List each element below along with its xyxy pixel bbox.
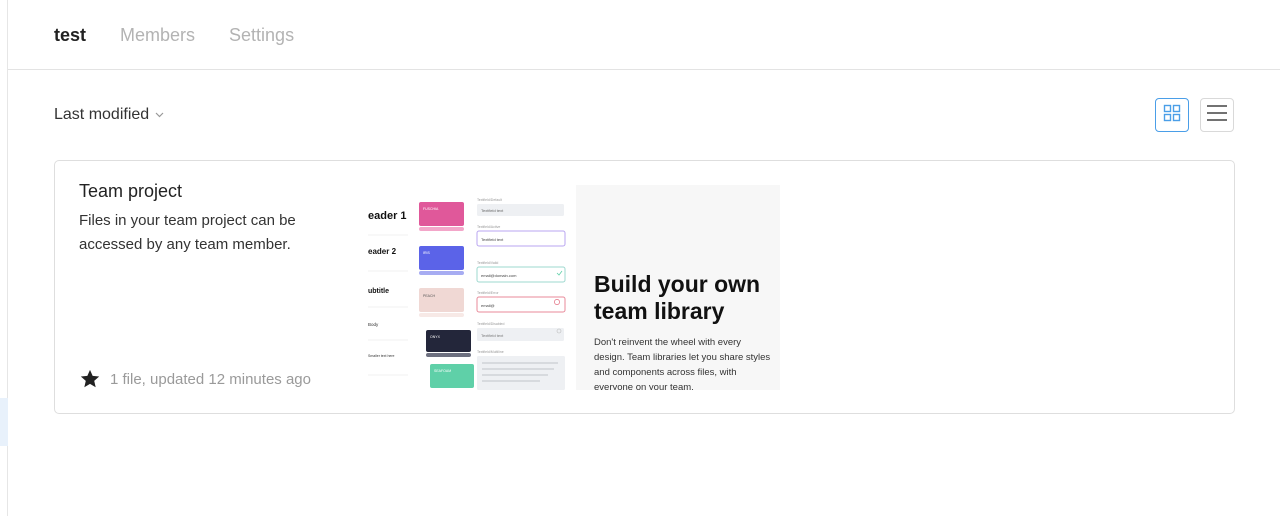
field-label-multiline: Textfield/Multiline (477, 350, 504, 354)
tab-test[interactable]: test (54, 26, 86, 44)
thumb-subtitle: ubtitle (368, 288, 389, 295)
field-default: Textfield text (481, 208, 504, 213)
library-promo-title: Build your own team library (594, 271, 761, 324)
field-label-active: Textfield/Active (477, 225, 500, 229)
thumb-header-1: eader 1 (368, 210, 407, 222)
project-description: Files in your team project can be access… (79, 212, 296, 253)
field-active: Textfield text (481, 237, 504, 242)
field-label-disabled: Textfield/Disabled (477, 322, 504, 326)
sort-dropdown[interactable]: Last modified (54, 106, 164, 124)
tab-settings[interactable]: Settings (229, 26, 294, 44)
tab-members[interactable]: Members (120, 26, 195, 44)
file-thumbnail-components[interactable]: eader 1 eader 2 ubtitle Body Smaller tex… (368, 185, 576, 390)
library-promo-text: Don't reinvent the wheel with every desi… (594, 337, 771, 390)
field-valid: email@domain.com (481, 273, 517, 278)
sidebar-active-indicator (0, 398, 8, 446)
grid-view-button[interactable] (1155, 98, 1189, 132)
field-label-default: Textfield/Default (477, 198, 502, 202)
grid-icon (1163, 104, 1181, 127)
sort-label: Last modified (54, 106, 150, 123)
project-title: Team project (79, 181, 183, 201)
list-icon (1206, 104, 1228, 127)
thumb-body: Body (368, 322, 379, 327)
swatch-peach: PEACH (423, 294, 436, 298)
field-error: email@ (481, 303, 495, 308)
chevron-down-icon (155, 110, 164, 121)
swatch-onyx: ONYX (430, 335, 441, 339)
list-view-button[interactable] (1200, 98, 1234, 132)
field-label-valid: Textfield/Valid (477, 261, 498, 265)
swatch-iris: IRIS (423, 251, 430, 255)
file-thumbnail-library[interactable]: Build your own team library Don't reinve… (576, 185, 780, 390)
star-icon[interactable] (79, 368, 101, 390)
swatch-fuschia: FUSCHIA (423, 207, 439, 211)
project-updated-text: 1 file, updated 12 minutes ago (110, 370, 311, 388)
thumb-header-2: eader 2 (368, 247, 397, 256)
field-disabled: Textfield text (481, 333, 504, 338)
swatch-seafoam: SEAFOAM (434, 369, 451, 373)
project-card[interactable]: Team project Files in your team project … (54, 160, 1235, 414)
thumb-small: Smaller text here (368, 354, 395, 358)
field-label-error: Textfield/Error (477, 291, 499, 295)
left-sidebar-rail (0, 0, 8, 516)
team-tabs: test Members Settings (8, 0, 1280, 70)
project-meta: 1 file, updated 12 minutes ago (79, 368, 311, 390)
